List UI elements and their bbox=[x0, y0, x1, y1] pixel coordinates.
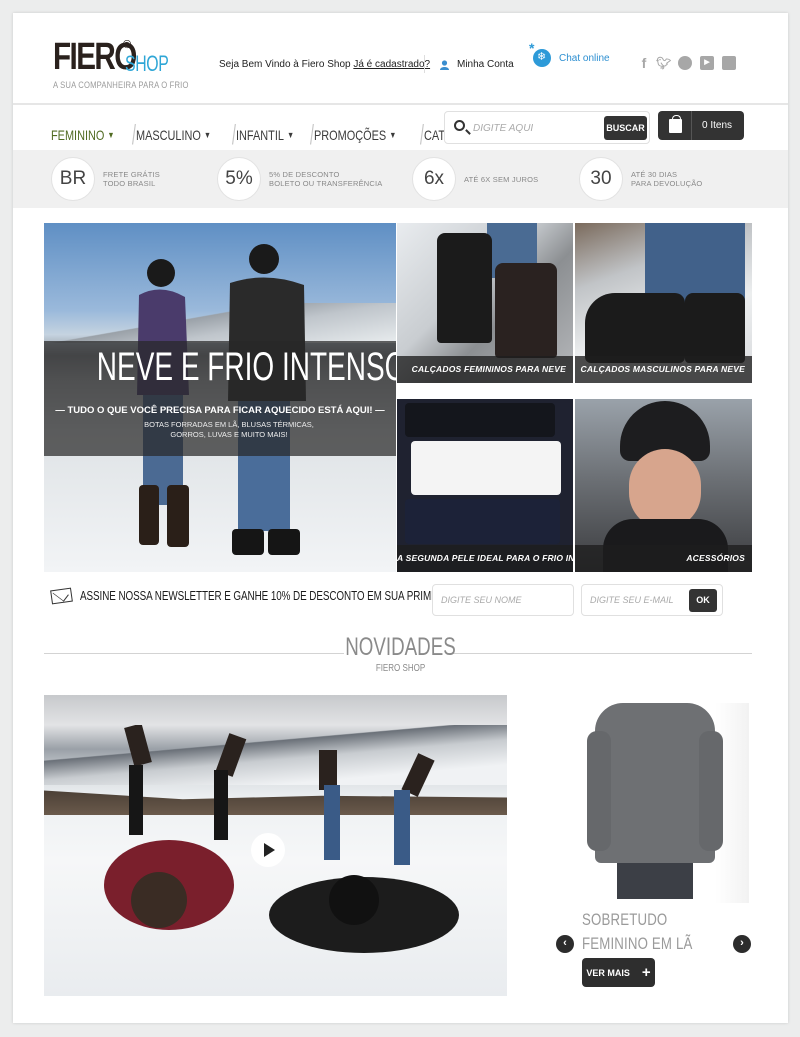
chat-icon[interactable] bbox=[678, 56, 692, 70]
tile-segunda-pele[interactable]: A SEGUNDA PELE IDEAL PARA O FRIO INTENSO bbox=[397, 399, 573, 572]
benefit-text: ATÉ 6X SEM JUROS bbox=[464, 174, 539, 184]
tile-boot-image bbox=[685, 293, 745, 363]
featured-video[interactable] bbox=[44, 695, 507, 996]
nav-label: PROMOÇÕES bbox=[314, 127, 387, 143]
logo[interactable]: FIERO ® SHOP A SUA COMPANHEIRA PARA O FR… bbox=[53, 37, 188, 90]
instagram-icon[interactable] bbox=[722, 56, 736, 70]
shopping-bag-icon bbox=[669, 114, 682, 133]
chat-snowflake-icon bbox=[529, 40, 551, 67]
newsletter-name-field bbox=[432, 584, 574, 616]
chevron-down-icon: ▼ bbox=[389, 130, 397, 140]
nav-item-masculino[interactable]: MASCULINO ▼ bbox=[136, 127, 211, 143]
carousel-prev-button[interactable]: ‹ bbox=[556, 935, 574, 953]
account-label: Minha Conta bbox=[457, 59, 514, 70]
play-button[interactable] bbox=[251, 833, 285, 867]
tile-caption: A SEGUNDA PELE IDEAL PARA O FRIO INTENSO bbox=[397, 545, 573, 572]
chat-online-button[interactable]: Chat online bbox=[529, 40, 610, 67]
tile-shirt-image bbox=[405, 499, 560, 544]
cart-divider bbox=[691, 111, 692, 140]
chat-label: Chat online bbox=[559, 52, 610, 64]
plus-icon: + bbox=[641, 964, 651, 981]
newsletter-submit-button[interactable]: OK bbox=[689, 589, 717, 612]
hero-mountains bbox=[44, 303, 396, 343]
benefit-devolucao: 30 ATÉ 30 DIAS PARA DEVOLUÇÃO bbox=[579, 157, 702, 201]
cart-count: 0 Itens bbox=[702, 120, 733, 131]
nav-label: INFANTIL bbox=[236, 127, 285, 143]
tile-caption: CALÇADOS FEMININOS PARA NEVE bbox=[397, 356, 573, 383]
logo-tagline: A SUA COMPANHEIRA PARA O FRIO bbox=[53, 80, 189, 90]
nav-label: FEMININO bbox=[51, 127, 105, 143]
benefit-badge: BR bbox=[51, 157, 95, 201]
benefit-parcelas: 6x ATÉ 6X SEM JUROS bbox=[412, 157, 538, 201]
chevron-down-icon: ▼ bbox=[204, 130, 212, 140]
newsletter-name-input[interactable] bbox=[433, 585, 573, 615]
benefits-bar: BR FRETE GRÁTIS TODO BRASIL 5% 5% DE DES… bbox=[13, 150, 788, 208]
search-icon bbox=[454, 120, 465, 131]
nav-item-feminino[interactable]: FEMININO ▼ bbox=[51, 127, 114, 143]
tile-boot-image bbox=[437, 233, 492, 343]
tile-shirt-image bbox=[405, 403, 555, 437]
hero-banner[interactable]: NEVE E FRIO INTENSO? — TUDO O QUE VOCÊ P… bbox=[44, 223, 396, 572]
nav-label: MASCULINO bbox=[136, 127, 202, 143]
page-container: FIERO ® SHOP A SUA COMPANHEIRA PARA O FR… bbox=[13, 13, 788, 1023]
benefit-badge: 5% bbox=[217, 157, 261, 201]
tile-shirt-image bbox=[411, 441, 561, 495]
social-links: f 🐦︎ ▶ bbox=[640, 56, 736, 70]
tile-acessorios[interactable]: ACESSÓRIOS bbox=[575, 399, 752, 572]
product-image[interactable] bbox=[581, 703, 749, 903]
chevron-down-icon: ▼ bbox=[107, 130, 115, 140]
search-input[interactable] bbox=[473, 118, 593, 138]
welcome-message: Seja Bem Vindo à Fiero Shop bbox=[219, 59, 351, 70]
section-title: NOVIDADES bbox=[345, 633, 456, 661]
hero-description: BOTAS FORRADAS EM LÃ, BLUSAS TÉRMICAS, G… bbox=[144, 420, 314, 439]
tile-calcados-masculinos[interactable]: CALÇADOS MASCULINOS PARA NEVE bbox=[575, 223, 752, 383]
youtube-icon[interactable]: ▶ bbox=[700, 56, 714, 70]
facebook-icon[interactable]: f bbox=[640, 56, 648, 70]
search-box: BUSCAR bbox=[444, 111, 650, 144]
product-sweater bbox=[587, 703, 723, 863]
benefit-frete: BR FRETE GRÁTIS TODO BRASIL bbox=[51, 157, 160, 201]
logo-registered-mark: ® bbox=[123, 39, 132, 51]
benefit-badge: 30 bbox=[579, 157, 623, 201]
main-nav: FEMININO ▼ / MASCULINO ▼ / INFANTIL ▼ / … bbox=[51, 119, 500, 151]
benefit-desconto: 5% 5% DE DESCONTO BOLETO OU TRANSFERÊNCI… bbox=[217, 157, 383, 201]
tile-caption: CALÇADOS MASCULINOS PARA NEVE bbox=[575, 356, 752, 383]
section-subtitle: FIERO SHOP bbox=[375, 663, 426, 674]
ver-mais-button[interactable]: VER MAIS + bbox=[582, 958, 655, 987]
benefit-text: ATÉ 30 DIAS PARA DEVOLUÇÃO bbox=[631, 170, 703, 188]
tile-boot-image bbox=[585, 293, 685, 363]
ver-mais-label: VER MAIS bbox=[586, 967, 630, 978]
nav-item-infantil[interactable]: INFANTIL ▼ bbox=[236, 127, 294, 143]
tile-jeans-image bbox=[645, 223, 745, 303]
hero-subtitle: — TUDO O QUE VOCÊ PRECISA PARA FICAR AQU… bbox=[55, 405, 385, 416]
tile-face-image bbox=[629, 449, 701, 529]
register-link[interactable]: Já é cadastrado? bbox=[353, 59, 430, 70]
carousel-next-button[interactable]: › bbox=[733, 935, 751, 953]
benefit-text: 5% DE DESCONTO BOLETO OU TRANSFERÊNCIA bbox=[269, 170, 383, 188]
envelope-icon bbox=[50, 587, 73, 604]
divider bbox=[424, 55, 425, 73]
search-button[interactable]: BUSCAR bbox=[604, 116, 647, 140]
account-link[interactable]: Minha Conta bbox=[440, 59, 514, 70]
tile-calcados-femininos[interactable]: CALÇADOS FEMININOS PARA NEVE bbox=[397, 223, 573, 383]
chevron-down-icon: ▼ bbox=[287, 130, 295, 140]
welcome-text: Seja Bem Vindo à Fiero Shop Já é cadastr… bbox=[219, 59, 430, 70]
header-divider bbox=[13, 103, 788, 105]
tile-caption: ACESSÓRIOS bbox=[575, 545, 752, 572]
logo-shop: SHOP bbox=[125, 51, 169, 76]
benefit-text: FRETE GRÁTIS TODO BRASIL bbox=[103, 170, 160, 188]
nav-item-promocoes[interactable]: PROMOÇÕES ▼ bbox=[314, 127, 396, 143]
benefit-badge: 6x bbox=[412, 157, 456, 201]
twitter-icon[interactable]: 🐦︎ bbox=[656, 56, 671, 70]
cart-button[interactable]: 0 Itens bbox=[658, 111, 744, 140]
hero-headline: NEVE E FRIO INTENSO? bbox=[96, 345, 396, 389]
user-icon bbox=[440, 59, 449, 70]
tile-boot-image bbox=[495, 263, 557, 358]
product-jeans bbox=[617, 863, 693, 899]
